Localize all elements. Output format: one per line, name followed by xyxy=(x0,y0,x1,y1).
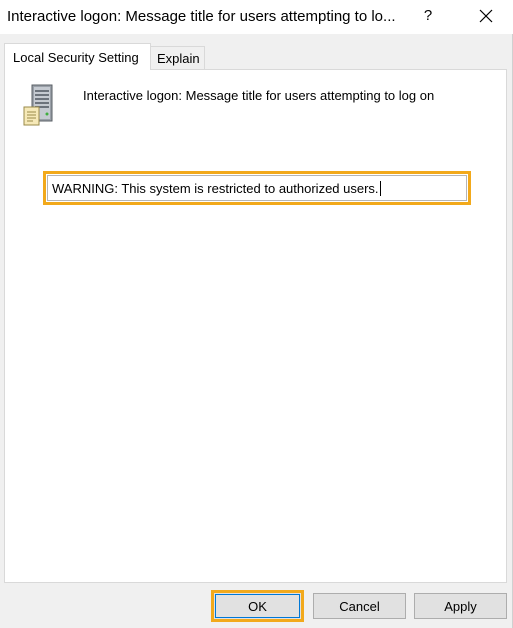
close-button[interactable] xyxy=(469,0,503,32)
message-title-input[interactable]: WARNING: This system is restricted to au… xyxy=(43,171,471,205)
ok-button-label: OK xyxy=(215,594,300,618)
message-title-input-box[interactable]: WARNING: This system is restricted to au… xyxy=(47,175,467,201)
server-policy-icon xyxy=(22,83,58,127)
cancel-button[interactable]: Cancel xyxy=(313,593,406,619)
policy-name: Interactive logon: Message title for use… xyxy=(83,88,435,103)
apply-button[interactable]: Apply xyxy=(414,593,507,619)
policy-properties-dialog: Interactive logon: Message title for use… xyxy=(0,0,513,628)
close-icon xyxy=(479,9,493,23)
ok-button[interactable]: OK xyxy=(211,590,304,622)
message-title-value: WARNING: This system is restricted to au… xyxy=(52,180,379,196)
text-caret xyxy=(379,180,381,196)
tab-panel-local-security-setting: Interactive logon: Message title for use… xyxy=(4,69,507,583)
help-button[interactable]: ? xyxy=(412,0,444,32)
tab-local-security-setting[interactable]: Local Security Setting xyxy=(4,43,151,70)
title-bar[interactable]: Interactive logon: Message title for use… xyxy=(0,0,513,34)
window-title: Interactive logon: Message title for use… xyxy=(7,8,396,25)
tab-explain[interactable]: Explain xyxy=(151,46,205,70)
